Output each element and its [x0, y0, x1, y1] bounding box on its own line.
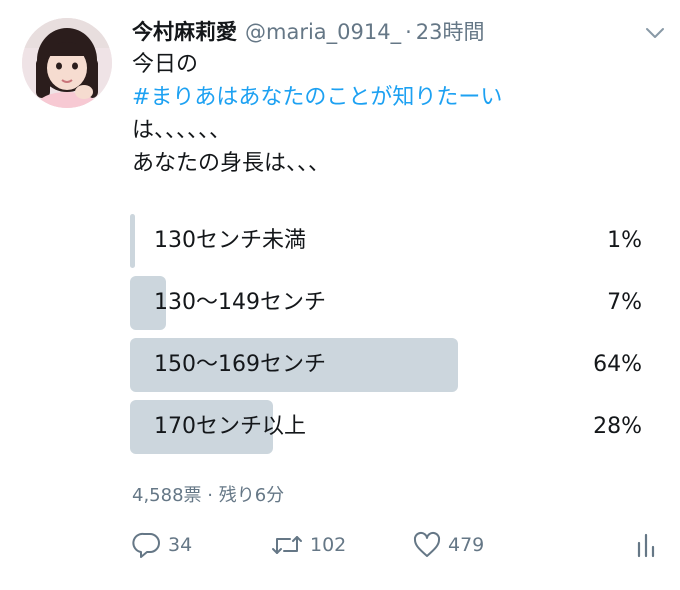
- avatar[interactable]: [22, 18, 112, 108]
- poll-choice: 130センチ未満 1%: [130, 214, 642, 268]
- reply-icon: [132, 532, 160, 558]
- poll-choice-label: 130センチ未満: [154, 228, 306, 253]
- reply-count: 34: [168, 534, 193, 556]
- poll-choice-percent: 64%: [593, 352, 642, 377]
- tweet: 今村麻莉愛 @maria_0914_ · 23時間 今日の #まりあはあなたのこ…: [0, 0, 680, 590]
- tweet-text: 今日の #まりあはあなたのことが知りたーい は、、、、、、 あなたの身長は、、、: [132, 48, 502, 180]
- retweet-count: 102: [310, 534, 347, 556]
- tweet-actions: 34 102 479: [132, 527, 662, 563]
- poll-choice: 150〜169センチ 64%: [130, 338, 642, 392]
- hashtag-link[interactable]: #まりあはあなたのことが知りたーい: [132, 81, 502, 114]
- like-button[interactable]: 479: [412, 527, 484, 563]
- heart-icon: [413, 531, 441, 557]
- display-name[interactable]: 今村麻莉愛: [132, 16, 237, 48]
- poll-choice-label: 150〜169センチ: [154, 352, 326, 377]
- poll-choice-bar: [130, 214, 136, 268]
- poll: 130センチ未満 1% 130〜149センチ 7% 150〜169センチ 64%…: [130, 214, 642, 462]
- poll-meta: 4,588票 · 残り6分: [132, 485, 285, 506]
- header-separator: ·: [405, 20, 412, 44]
- user-handle[interactable]: @maria_0914_: [245, 16, 401, 48]
- tweet-text-line: 今日の: [132, 52, 199, 77]
- retweet-icon: [272, 536, 302, 554]
- poll-choice-label: 130〜149センチ: [154, 290, 326, 315]
- poll-choice: 170センチ以上 28%: [130, 400, 642, 454]
- tweet-header: 今村麻莉愛 @maria_0914_ · 23時間: [132, 16, 485, 48]
- tweet-text-line: は、、、、、、: [132, 118, 232, 143]
- reply-button[interactable]: 34: [132, 527, 192, 563]
- poll-choice-percent: 1%: [607, 228, 642, 253]
- poll-choice: 130〜149センチ 7%: [130, 276, 642, 330]
- avatar-image: [22, 18, 112, 108]
- like-count: 479: [448, 534, 485, 556]
- timestamp[interactable]: 23時間: [416, 16, 485, 48]
- poll-choice-percent: 28%: [593, 414, 642, 439]
- analytics-button[interactable]: [635, 527, 663, 563]
- poll-choice-percent: 7%: [607, 290, 642, 315]
- tweet-text-line: あなたの身長は、、、: [132, 151, 331, 176]
- retweet-button[interactable]: 102: [270, 527, 346, 563]
- poll-choice-label: 170センチ以上: [154, 414, 306, 439]
- analytics-icon: [637, 533, 655, 558]
- chevron-down-icon[interactable]: [643, 24, 667, 42]
